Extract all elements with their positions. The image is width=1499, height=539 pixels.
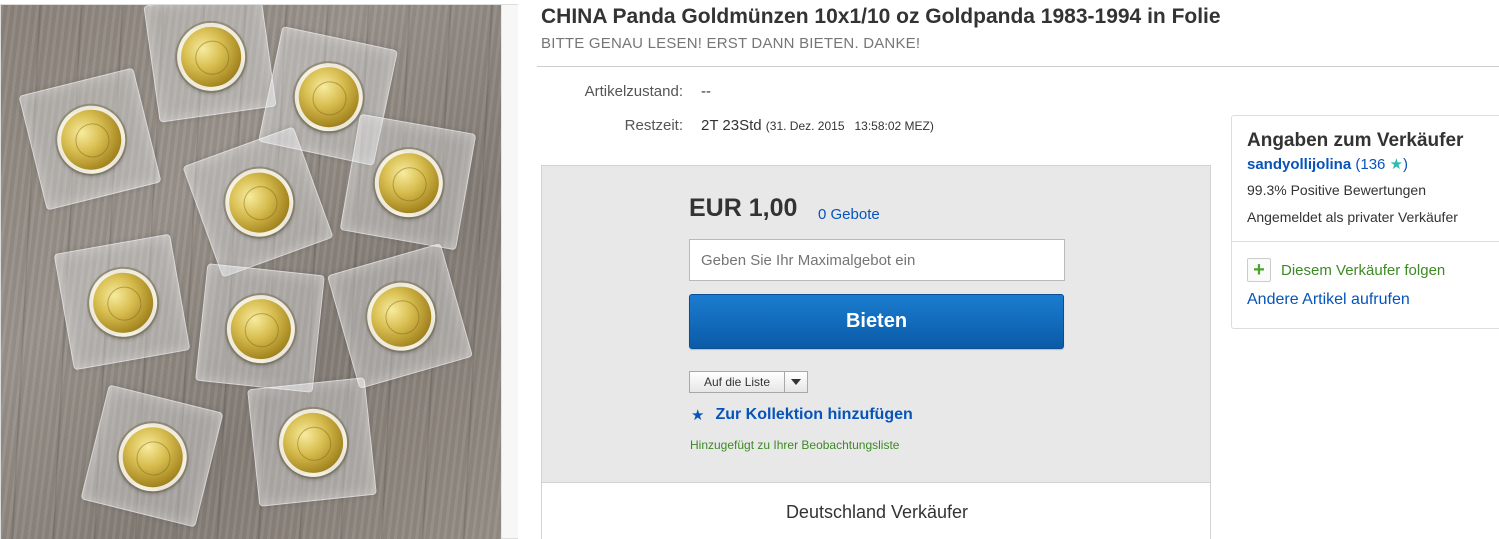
gold-coin [172,18,250,96]
image-scrollbar[interactable] [501,5,518,538]
bid-count-link[interactable]: 0 Gebote [818,206,880,223]
product-image-frame[interactable] [0,4,518,539]
condition-label: Artikelzustand: [584,83,683,100]
add-to-list-dropdown[interactable]: Auf die Liste [689,371,809,393]
gold-coin [359,274,444,359]
title-divider [537,66,1499,67]
condition-value: -- [701,83,711,100]
score-close: ) [1403,156,1409,173]
feedback-score-link[interactable]: 136 [1360,156,1385,173]
coin-sleeve [53,233,191,371]
watchlist-note: Hinzugefügt zu Ihrer Beobachtungsliste [690,438,900,452]
positive-feedback: 99.3% Positive Bewertungen [1247,182,1426,198]
add-to-collection-link[interactable]: ★ Zur Kollektion hinzufügen [691,406,913,424]
product-photo[interactable] [1,5,501,539]
time-left-value: 2T 23Std (31. Dez. 2015 13:58:02 MEZ) [701,117,934,134]
gold-coin [275,405,351,481]
add-to-collection-label[interactable]: Zur Kollektion hinzufügen [715,406,912,424]
coin-sleeve [18,67,162,211]
seller-info-panel: Angaben zum Verkäufer sandyollijolina (1… [1231,115,1499,329]
seller-heading: Angaben zum Verkäufer [1247,130,1464,151]
other-items-link[interactable]: Andere Artikel aufrufen [1247,291,1410,309]
star-icon: ★ [691,407,705,424]
teal-star-icon: ★ [1389,156,1404,173]
seller-type: Angemeldet als privater Verkäufer [1247,209,1458,225]
follow-seller-link[interactable]: + Diesem Verkäufer folgen [1247,258,1445,282]
gold-coin [215,159,303,247]
listing-subtitle: BITTE GENAU LESEN! ERST DANN BIETEN. DAN… [541,35,921,52]
time-left-remaining: 2T 23Std [701,117,762,134]
listing-title: CHINA Panda Goldmünzen 10x1/10 oz Goldpa… [541,5,1221,28]
coin-sleeve [80,384,224,528]
bid-box: EUR 1,00 0 Gebote Bieten Auf die Liste ★… [541,165,1211,482]
max-bid-input[interactable] [689,239,1065,281]
coin-sleeve [143,5,277,123]
plus-icon[interactable]: + [1247,258,1271,282]
coin-sleeve [195,263,325,393]
add-to-list-label[interactable]: Auf die Liste [690,372,786,392]
time-left-label: Restzeit: [624,117,683,134]
caret-down-icon[interactable] [785,372,807,392]
current-price: EUR 1,00 [689,194,798,222]
seller-divider [1232,241,1499,242]
coin-sleeve [339,113,477,251]
seller-location: Deutschland Verkäufer [785,502,969,522]
gold-coin [223,291,299,367]
coin-sleeve [327,243,473,389]
seller-name-link[interactable]: sandyollijolina [1247,156,1351,173]
place-bid-button[interactable]: Bieten [689,294,1064,349]
follow-seller-label[interactable]: Diesem Verkäufer folgen [1281,262,1445,279]
gold-coin [111,415,194,499]
coin-sleeve [247,377,377,507]
gold-coin [49,98,133,181]
seller-location-box: Deutschland Verkäufer [541,482,1211,539]
seller-identity: sandyollijolina (136 ★) [1247,155,1408,173]
gold-coin [83,263,163,343]
gold-coin [369,143,449,223]
time-left-end-date: (31. Dez. 2015 13:58:02 MEZ) [765,119,934,133]
